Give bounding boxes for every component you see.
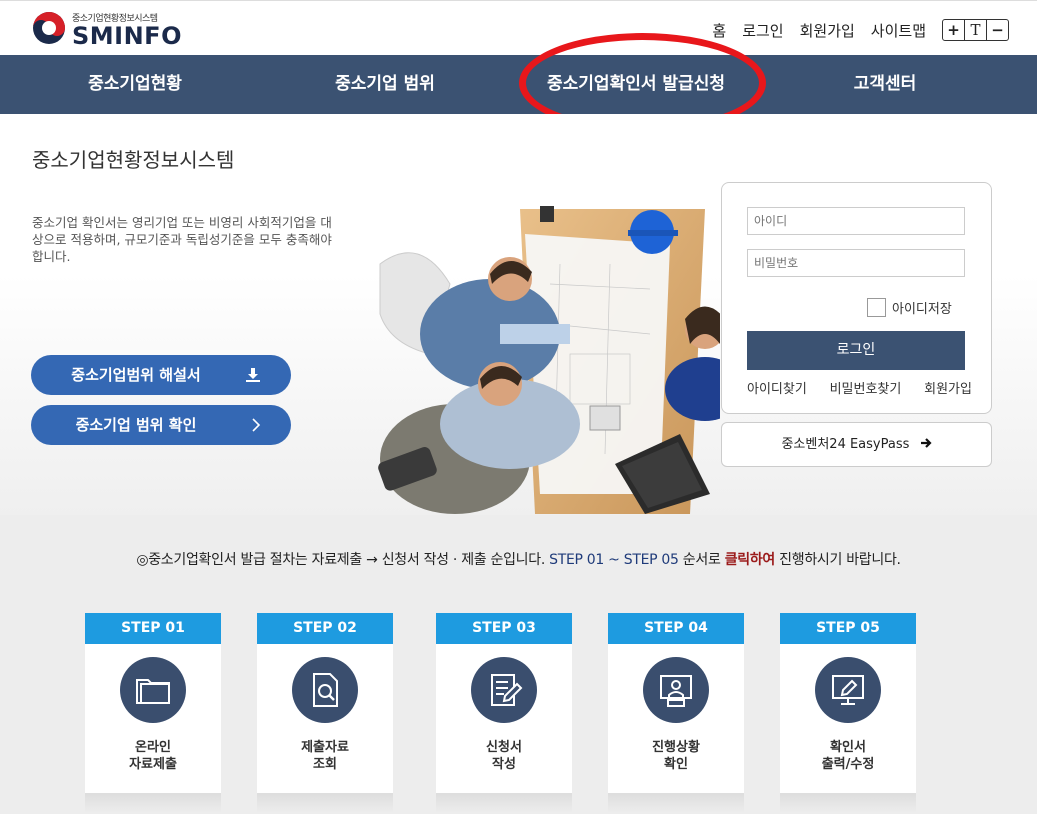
guide-download-label: 중소기업범위 해설서 — [71, 366, 201, 384]
step-03-shadow — [436, 793, 572, 813]
step-02-label: 제출자료 조회 — [301, 740, 349, 772]
arrow-right-icon — [920, 437, 932, 452]
top-bar: 중소기업현황정보시스템 SMINFO 홈 로그인 회원가입 사이트맵 + T − — [0, 0, 1037, 56]
step-05-label: 확인서 출력/수정 — [821, 740, 875, 772]
step-03-label: 신청서 작성 — [486, 740, 522, 772]
step-01-shadow — [85, 793, 221, 813]
login-panel: 아이디저장 로그인 아이디찾기 비밀번호찾기 회원가입 — [721, 182, 992, 414]
logo-title: SMINFO — [72, 22, 182, 50]
hero-description: 중소기업 확인서는 영리기업 또는 비영리 사회적기업을 대상으로 적용하며, … — [32, 215, 332, 264]
scope-check-button[interactable]: 중소기업 범위 확인 — [31, 405, 291, 445]
meeting-illustration — [378, 206, 720, 514]
font-decrease-button[interactable]: − — [987, 20, 1008, 40]
font-increase-button[interactable]: + — [943, 20, 965, 40]
step-03-card[interactable]: STEP 03 신청서 작성 — [436, 613, 572, 813]
guide-download-button[interactable]: 중소기업범위 해설서 — [31, 355, 291, 395]
chevron-right-icon — [251, 405, 261, 447]
step-02-header: STEP 02 — [257, 613, 393, 644]
save-id-checkbox[interactable] — [867, 298, 886, 317]
monitor-edit-icon — [815, 657, 881, 723]
step-01-label: 온라인 자료제출 — [129, 740, 177, 772]
notice-text-1: ◎중소기업확인서 발급 절차는 자료제출 → 신청서 작성 · 제출 순입니다. — [136, 552, 550, 568]
step-04-shadow — [608, 793, 744, 813]
join-member-link[interactable]: 회원가입 — [924, 378, 972, 397]
username-field[interactable] — [747, 207, 965, 235]
step-01-header: STEP 01 — [85, 613, 221, 644]
steps-section: ◎중소기업확인서 발급 절차는 자료제출 → 신청서 작성 · 제출 순입니다.… — [0, 515, 1037, 814]
font-size-controls: + T − — [942, 19, 1009, 41]
notice-text-3: 순서로 — [678, 552, 725, 568]
notice-text-5: 진행하시기 바랍니다. — [775, 552, 901, 568]
taegeuk-logo-icon — [33, 12, 65, 44]
step-04-card[interactable]: STEP 04 진행상황 확인 — [608, 613, 744, 813]
download-icon — [245, 355, 261, 398]
easypass-button[interactable]: 중소벤처24 EasyPass — [721, 422, 992, 467]
find-id-link[interactable]: 아이디찾기 — [747, 378, 807, 397]
login-link[interactable]: 로그인 — [742, 20, 783, 41]
home-link[interactable]: 홈 — [712, 20, 726, 41]
sitemap-link[interactable]: 사이트맵 — [871, 20, 926, 41]
notice-text-click: 클릭하여 — [724, 552, 776, 568]
step-03-header: STEP 03 — [436, 613, 572, 644]
font-reset-button[interactable]: T — [965, 20, 987, 40]
document-search-icon — [292, 657, 358, 723]
easypass-label: 중소벤처24 EasyPass — [781, 437, 910, 452]
nav-sme-status[interactable]: 중소기업현황 — [40, 55, 230, 114]
procedure-notice: ◎중소기업확인서 발급 절차는 자료제출 → 신청서 작성 · 제출 순입니다.… — [0, 549, 1037, 569]
join-link[interactable]: 회원가입 — [800, 20, 855, 41]
step-02-shadow — [257, 793, 393, 813]
scope-check-label: 중소기업 범위 확인 — [75, 416, 197, 434]
step-05-shadow — [780, 793, 916, 813]
hero-section: 중소기업현황정보시스템 중소기업 확인서는 영리기업 또는 비영리 사회적기업을… — [0, 114, 1037, 515]
step-02-card[interactable]: STEP 02 제출자료 조회 — [257, 613, 393, 813]
step-04-label: 진행상황 확인 — [652, 740, 700, 772]
login-button[interactable]: 로그인 — [747, 331, 965, 370]
utility-links: 홈 로그인 회원가입 사이트맵 + T − — [712, 19, 1009, 41]
find-password-link[interactable]: 비밀번호찾기 — [830, 378, 902, 397]
step-05-header: STEP 05 — [780, 613, 916, 644]
password-field[interactable] — [747, 249, 965, 277]
sminfo-logo[interactable]: 중소기업현황정보시스템 SMINFO — [32, 9, 182, 51]
notice-text-steps: STEP 01 ~ STEP 05 — [549, 552, 679, 568]
login-links: 아이디찾기 비밀번호찾기 회원가입 — [747, 378, 972, 397]
nav-sme-scope[interactable]: 중소기업 범위 — [290, 55, 480, 114]
form-edit-icon — [471, 657, 537, 723]
page-title: 중소기업현황정보시스템 — [32, 148, 235, 172]
save-id-label: 아이디저장 — [892, 302, 952, 317]
step-01-card[interactable]: STEP 01 온라인 자료제출 — [85, 613, 221, 813]
step-05-card[interactable]: STEP 05 확인서 출력/수정 — [780, 613, 916, 813]
monitor-user-icon — [643, 657, 709, 723]
nav-customer-center[interactable]: 고객센터 — [790, 55, 980, 114]
step-04-header: STEP 04 — [608, 613, 744, 644]
folder-icon — [120, 657, 186, 723]
